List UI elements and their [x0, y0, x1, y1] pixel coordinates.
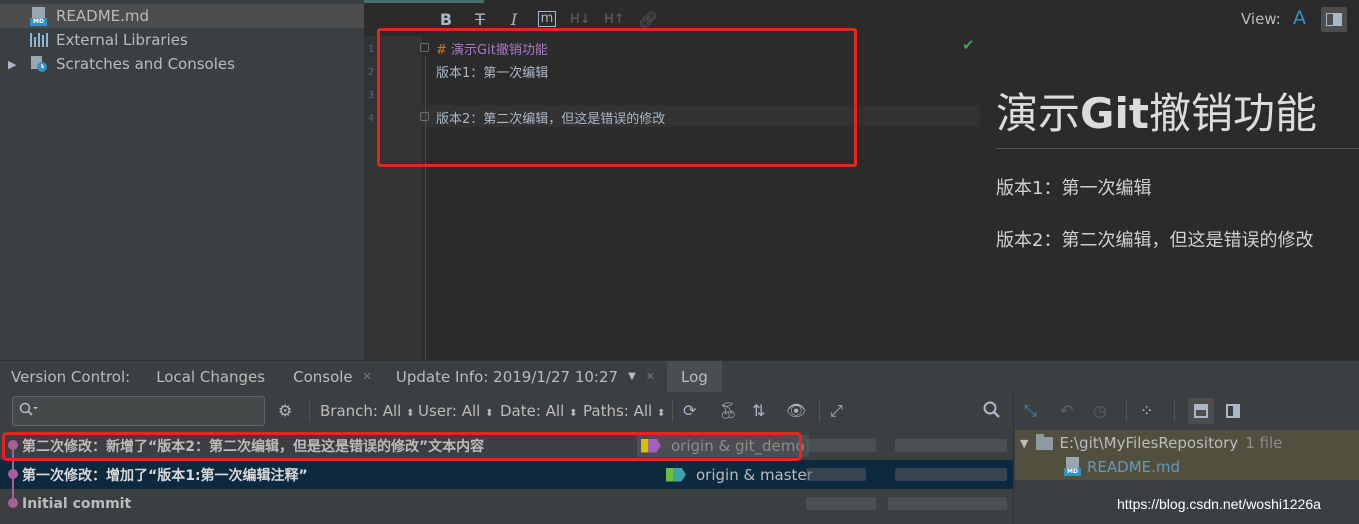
code-button[interactable]: m: [538, 11, 556, 27]
version-control-tabs: Version Control: Local Changes Console ✕ …: [0, 360, 1359, 393]
redacted-date: [888, 497, 1007, 510]
commit-graph-node: [8, 498, 18, 508]
strikethrough-button[interactable]: T: [470, 10, 490, 29]
markdown-file-icon: MD: [1064, 457, 1081, 476]
paths-filter[interactable]: Paths: All ⬍: [583, 402, 665, 420]
branch-filter[interactable]: Branch: All ⬍: [320, 402, 415, 420]
view-label: View:: [1241, 10, 1281, 28]
redacted-author: [806, 468, 866, 481]
tool-window-title: Version Control:: [11, 367, 131, 386]
group-by-icon[interactable]: ⁘: [1140, 401, 1153, 420]
bold-button[interactable]: B: [436, 10, 456, 29]
tab-update-info[interactable]: Update Info: 2019/1/27 10:27 ▼ ✕: [382, 361, 667, 393]
commit-message: 第一次修改：增加了“版本1:第一次编辑注释”: [22, 467, 308, 484]
italic-button[interactable]: I: [504, 10, 524, 29]
layout-bottom-button[interactable]: [1188, 398, 1214, 424]
sort-arrows-icon[interactable]: ⇅: [752, 401, 765, 420]
project-tree-panel: MD README.md External Libraries ▶ Scratc…: [0, 0, 364, 360]
divider: [309, 400, 310, 422]
undo-icon[interactable]: ↶: [1060, 401, 1073, 420]
refresh-icon[interactable]: ⟳: [683, 401, 696, 420]
annotation-box-editor: [377, 28, 857, 167]
expand-arrow-icon[interactable]: ▶: [8, 58, 22, 71]
header-up-button[interactable]: H↑: [604, 12, 625, 27]
markdown-preview: 演示Git撤销功能 版本1：第一次编辑 版本2：第二次编辑，但这是错误的修改: [980, 36, 1359, 360]
file-name: README.md: [1087, 457, 1181, 476]
close-icon[interactable]: ✕: [363, 370, 372, 383]
link-icon[interactable]: 🔗︎: [638, 10, 658, 29]
tree-item-scratches[interactable]: ▶ Scratches and Consoles: [0, 52, 364, 76]
layout-right-icon[interactable]: [1226, 401, 1240, 420]
settings-gear-icon[interactable]: ⚙: [278, 401, 292, 420]
check-icon: ✔: [962, 36, 975, 54]
collapse-arrows-icon[interactable]: ⤡: [1024, 401, 1037, 421]
tag-icon: [666, 467, 692, 482]
cherry-pick-icon[interactable]: 🍒︎: [718, 401, 738, 420]
repo-path: E:\git\MyFilesRepository: [1059, 434, 1239, 452]
search-icon[interactable]: [19, 402, 38, 422]
preview-paragraph: 版本1：第一次编辑: [996, 178, 1152, 199]
history-icon[interactable]: ◷: [1093, 401, 1107, 420]
chevron-down-icon[interactable]: ▼: [628, 371, 636, 382]
preview-heading: 演示Git撤销功能: [996, 89, 1317, 138]
editor-tab-indicator: [364, 0, 484, 3]
repo-node[interactable]: ▼ E:\git\MyFilesRepository 1 file: [1020, 433, 1283, 452]
expand-arrow-icon[interactable]: ▼: [1020, 437, 1028, 450]
close-icon[interactable]: ✕: [646, 370, 655, 383]
open-external-icon[interactable]: ⤢: [830, 401, 843, 421]
file-count: 1 file: [1245, 434, 1283, 452]
scratches-icon: [30, 55, 50, 73]
tab-log[interactable]: Log: [667, 360, 722, 393]
commit-graph-node: [8, 469, 18, 479]
divider: [1174, 400, 1175, 422]
commit-message: Initial commit: [22, 495, 132, 512]
folder-icon: [1036, 433, 1054, 450]
redacted-author: [806, 439, 876, 452]
divider: [672, 400, 673, 422]
split-view-button[interactable]: [1321, 7, 1347, 32]
user-filter[interactable]: User: All ⬍: [418, 402, 494, 420]
tab-local-changes[interactable]: Local Changes: [142, 361, 279, 393]
redacted-date: [895, 439, 1007, 452]
tab-console[interactable]: Console ✕: [279, 361, 382, 393]
date-filter[interactable]: Date: All ⬍: [500, 402, 577, 420]
commit-refs: origin & master: [666, 466, 813, 484]
divider: [1126, 400, 1127, 422]
search-input[interactable]: [12, 396, 265, 426]
redacted-author: [806, 497, 876, 510]
preview-paragraph: 版本2：第二次编辑，但这是错误的修改: [996, 230, 1314, 251]
details-toolbar: ⤡ ↶ ◷ ⁘: [1013, 392, 1359, 430]
divider: [819, 400, 820, 422]
editor-only-view-button[interactable]: A: [1293, 7, 1306, 29]
heading-underline: [996, 148, 1359, 149]
header-down-button[interactable]: H↓: [570, 12, 591, 27]
watermark-text: https://blog.csdn.net/woshi1226a: [1117, 496, 1321, 512]
changed-file[interactable]: MD README.md: [1064, 457, 1180, 476]
tree-item-label: Scratches and Consoles: [56, 55, 235, 73]
redacted-date: [895, 468, 1007, 481]
log-toolbar: ⚙ Branch: All ⬍ User: All ⬍ Date: All ⬍ …: [0, 392, 1013, 430]
annotation-box-log: [2, 432, 802, 461]
eye-icon[interactable]: 👁︎: [786, 401, 806, 420]
search-icon[interactable]: [983, 401, 1001, 423]
